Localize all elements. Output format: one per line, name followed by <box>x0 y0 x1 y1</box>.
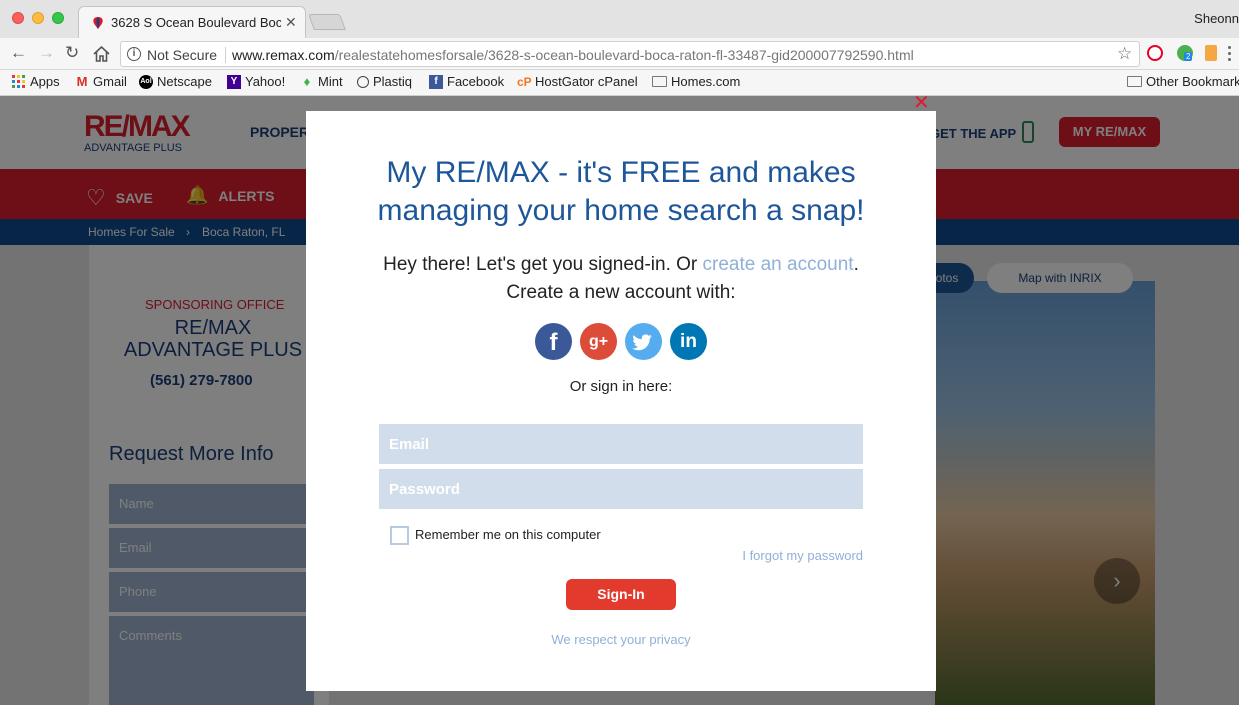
bookmark-star-icon[interactable]: ☆ <box>1117 44 1132 64</box>
sign-in-button[interactable]: Sign-In <box>566 579 676 610</box>
bookmark-plastiq[interactable]: Plastiq <box>357 74 412 89</box>
forward-icon[interactable]: → <box>38 43 55 63</box>
address-bar[interactable]: i Not Secure www.remax.com/realestatehom… <box>120 41 1140 67</box>
email-input[interactable] <box>379 424 863 464</box>
bookmark-hostgator[interactable]: cP HostGator cPanel <box>517 74 638 89</box>
tab-close-icon[interactable]: ✕ <box>285 14 297 31</box>
facebook-signup-button[interactable]: f <box>535 323 572 360</box>
bookmark-other[interactable]: Other Bookmark <box>1127 74 1239 89</box>
bookmark-gmail[interactable]: M Gmail <box>75 74 127 89</box>
bookmark-label: Homes.com <box>671 74 741 89</box>
new-tab-button[interactable] <box>308 14 346 30</box>
browser-tab[interactable]: 3628 S Ocean Boulevard Boca ✕ <box>78 6 306 38</box>
bookmark-homes[interactable]: Homes.com <box>652 74 740 89</box>
home-icon[interactable] <box>93 46 110 62</box>
google-plus-icon: g+ <box>588 333 609 350</box>
pinterest-extension-icon[interactable] <box>1147 45 1163 61</box>
linkedin-signup-button[interactable]: in <box>670 323 707 360</box>
greeting-text: Hey there! Let's get you signed-in. Or <box>383 254 703 275</box>
google-plus-signup-button[interactable]: g+ <box>580 323 617 360</box>
bookmark-facebook[interactable]: f Facebook <box>429 74 504 89</box>
omnibox-divider <box>225 47 226 63</box>
reload-icon[interactable]: ↻ <box>65 43 79 63</box>
bookmark-label: HostGator cPanel <box>535 74 638 89</box>
tab-title: 3628 S Ocean Boulevard Boca <box>111 15 281 30</box>
maximize-window-button[interactable] <box>52 12 64 24</box>
url-host: www.remax.com <box>232 47 335 63</box>
plastiq-icon <box>357 75 369 88</box>
modal-title-line1: My RE/MAX - it's FREE and makes <box>386 156 856 189</box>
bookmark-label: Netscape <box>157 74 212 89</box>
create-with-text: Create a new account with: <box>506 282 736 303</box>
url-path: /realestatehomesforsale/3628-s-ocean-bou… <box>334 47 914 63</box>
remax-balloon-icon <box>93 17 103 29</box>
bookmark-mint[interactable]: ♦ Mint <box>300 74 343 89</box>
info-icon[interactable]: i <box>127 47 141 61</box>
bookmark-label: Other Bookmark <box>1146 74 1239 89</box>
bookmark-label: Apps <box>30 74 60 89</box>
modal-subtitle: Hey there! Let's get you signed-in. Or c… <box>306 251 936 307</box>
apps-grid-icon <box>12 74 25 88</box>
bookmark-label: Yahoo! <box>245 74 286 89</box>
twitter-signup-button[interactable] <box>625 323 662 360</box>
mint-leaf-icon: ♦ <box>303 73 311 89</box>
sign-in-modal: My RE/MAX - it's FREE and makes managing… <box>306 111 936 691</box>
gmail-icon: M <box>76 73 88 89</box>
bookmark-label: Gmail <box>93 74 127 89</box>
security-label[interactable]: Not Secure <box>147 47 217 63</box>
facebook-icon: f <box>429 74 443 89</box>
linkedin-icon: in <box>680 331 697 352</box>
bookmark-label: Plastiq <box>373 74 413 89</box>
bookmark-netscape[interactable]: Aol Netscape <box>139 74 212 89</box>
create-account-link[interactable]: create an account <box>703 254 854 275</box>
bookmark-yahoo[interactable]: Y Yahoo! <box>227 74 285 89</box>
yahoo-icon: Y <box>227 74 241 89</box>
bookmark-label: Facebook <box>447 74 505 89</box>
minimize-window-button[interactable] <box>32 12 44 24</box>
folder-icon <box>652 76 667 87</box>
extension-badge: 2 <box>1184 52 1193 61</box>
remember-me-checkbox[interactable] <box>390 526 409 545</box>
modal-title: My RE/MAX - it's FREE and makes managing… <box>306 154 936 230</box>
browser-toolbar: ← → ↻ i Not Secure www.remax.com/realest… <box>0 38 1239 70</box>
tab-strip: 3628 S Ocean Boulevard Boca ✕ Sheonn <box>0 0 1239 38</box>
plug-extension-icon[interactable] <box>1205 45 1217 61</box>
twitter-bird-icon <box>632 334 652 351</box>
facebook-icon: f <box>549 329 558 356</box>
bookmark-label: Mint <box>318 74 343 89</box>
privacy-link[interactable]: We respect your privacy <box>306 632 936 647</box>
greeting-end: . <box>853 254 859 275</box>
cpanel-icon: cP <box>517 74 532 89</box>
evernote-extension-icon[interactable]: 2 <box>1177 45 1193 61</box>
or-sign-in-label: Or sign in here: <box>569 378 673 395</box>
bookmarks-bar: Apps M Gmail Aol Netscape Y Yahoo! ♦ Min… <box>0 70 1239 96</box>
forgot-password-link[interactable]: I forgot my password <box>742 548 863 563</box>
bookmark-apps[interactable]: Apps <box>12 74 60 89</box>
aol-icon: Aol <box>139 74 153 89</box>
folder-icon <box>1127 76 1142 87</box>
url-text[interactable]: www.remax.com/realestatehomesforsale/362… <box>232 47 914 63</box>
chrome-menu-icon[interactable] <box>1228 46 1231 62</box>
modal-title-line2: managing your home search a snap! <box>377 194 865 227</box>
close-window-button[interactable] <box>12 12 24 24</box>
password-input[interactable] <box>379 469 863 509</box>
profile-name[interactable]: Sheonn <box>1194 11 1239 26</box>
back-icon[interactable]: ← <box>10 43 27 63</box>
remember-me-label[interactable]: Remember me on this computer <box>415 527 601 542</box>
